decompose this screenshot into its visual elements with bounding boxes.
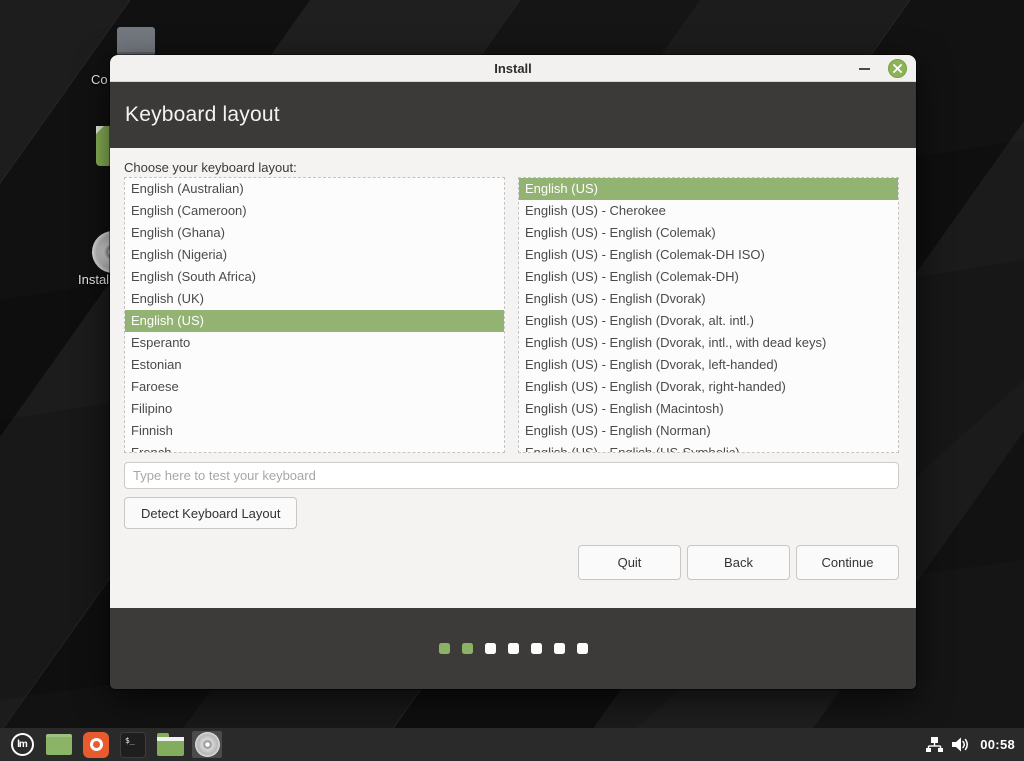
- computer-monitor-glyph: [117, 27, 155, 56]
- page-header: Keyboard layout: [110, 82, 916, 148]
- list-item[interactable]: English (Ghana): [125, 222, 504, 244]
- close-icon: [893, 64, 902, 73]
- list-item[interactable]: Filipino: [125, 398, 504, 420]
- terminal-launcher[interactable]: $_: [118, 731, 148, 758]
- list-item[interactable]: English (US) - English (Norman): [519, 420, 898, 442]
- window-titlebar[interactable]: Install: [110, 55, 916, 82]
- firefox-launcher[interactable]: [81, 731, 111, 758]
- list-item[interactable]: English (US): [519, 178, 898, 200]
- terminal-icon: $_: [120, 732, 146, 758]
- keyboard-test-input[interactable]: [124, 462, 899, 489]
- progress-dot: [531, 643, 542, 654]
- list-item[interactable]: English (US) - English (Dvorak, left-han…: [519, 354, 898, 376]
- detect-keyboard-layout-button[interactable]: Detect Keyboard Layout: [124, 497, 297, 529]
- list-item[interactable]: English (US): [125, 310, 504, 332]
- progress-dot: [439, 643, 450, 654]
- progress-dot: [485, 643, 496, 654]
- install-icon-label: Install: [78, 272, 112, 287]
- mint-menu-button[interactable]: lm: [7, 731, 37, 758]
- page-content: Choose your keyboard layout: English (Au…: [110, 148, 916, 608]
- installer-disc-icon: [195, 732, 220, 757]
- close-button[interactable]: [888, 59, 907, 78]
- list-item[interactable]: English (US) - English (Colemak-DH): [519, 266, 898, 288]
- list-item[interactable]: French: [125, 442, 504, 453]
- back-button[interactable]: Back: [687, 545, 790, 580]
- keyboard-layout-list[interactable]: English (Australian)English (Cameroon)En…: [124, 177, 505, 453]
- quit-button[interactable]: Quit: [578, 545, 681, 580]
- progress-dot: [508, 643, 519, 654]
- mint-logo-icon: lm: [11, 733, 34, 756]
- list-item[interactable]: English (Australian): [125, 178, 504, 200]
- list-item[interactable]: Esperanto: [125, 332, 504, 354]
- clock[interactable]: 00:58: [980, 737, 1015, 752]
- list-item[interactable]: English (US) - English (Colemak): [519, 222, 898, 244]
- list-item[interactable]: English (US) - English (Dvorak, alt. int…: [519, 310, 898, 332]
- choose-layout-label: Choose your keyboard layout:: [124, 148, 899, 177]
- firefox-icon: [83, 732, 109, 758]
- keyboard-variant-list[interactable]: English (US)English (US) - CherokeeEngli…: [518, 177, 899, 453]
- progress-dots: [439, 643, 588, 654]
- installer-taskbar-item[interactable]: [192, 731, 222, 758]
- list-item[interactable]: English (US) - English (Dvorak, right-ha…: [519, 376, 898, 398]
- show-desktop-button[interactable]: [44, 731, 74, 758]
- progress-dot: [577, 643, 588, 654]
- minimize-button[interactable]: [859, 68, 870, 70]
- taskbar: lm $_: [0, 728, 1024, 761]
- window-title: Install: [110, 55, 916, 82]
- list-item[interactable]: English (US) - English (Macintosh): [519, 398, 898, 420]
- list-item[interactable]: Faroese: [125, 376, 504, 398]
- installer-window: Install Keyboard layout Choose your keyb…: [110, 55, 916, 689]
- folder-icon: [157, 737, 184, 756]
- list-item[interactable]: English (Nigeria): [125, 244, 504, 266]
- list-item[interactable]: Estonian: [125, 354, 504, 376]
- computer-icon[interactable]: [117, 27, 155, 56]
- list-item[interactable]: English (US) - English (Dvorak, intl., w…: [519, 332, 898, 354]
- list-item[interactable]: Finnish: [125, 420, 504, 442]
- system-tray: 00:58: [926, 737, 1024, 752]
- progress-dot: [462, 643, 473, 654]
- network-icon[interactable]: [926, 737, 943, 752]
- list-item[interactable]: English (Cameroon): [125, 200, 504, 222]
- list-item[interactable]: English (South Africa): [125, 266, 504, 288]
- volume-icon[interactable]: [952, 737, 971, 752]
- desktop: Co Install Install Keyboard layout Choos…: [0, 0, 1024, 761]
- progress-footer: [110, 608, 916, 689]
- list-item[interactable]: English (US) - English (Dvorak): [519, 288, 898, 310]
- navigation-buttons: Quit Back Continue: [124, 545, 899, 580]
- file-manager-launcher[interactable]: [155, 731, 185, 758]
- list-item[interactable]: English (UK): [125, 288, 504, 310]
- computer-icon-label: Co: [91, 72, 108, 87]
- progress-dot: [554, 643, 565, 654]
- list-item[interactable]: English (US) - English (Colemak-DH ISO): [519, 244, 898, 266]
- show-desktop-icon: [46, 734, 72, 755]
- page-title: Keyboard layout: [125, 103, 280, 127]
- list-item[interactable]: English (US) - English (US-Symbolic): [519, 442, 898, 453]
- continue-button[interactable]: Continue: [796, 545, 899, 580]
- list-item[interactable]: English (US) - Cherokee: [519, 200, 898, 222]
